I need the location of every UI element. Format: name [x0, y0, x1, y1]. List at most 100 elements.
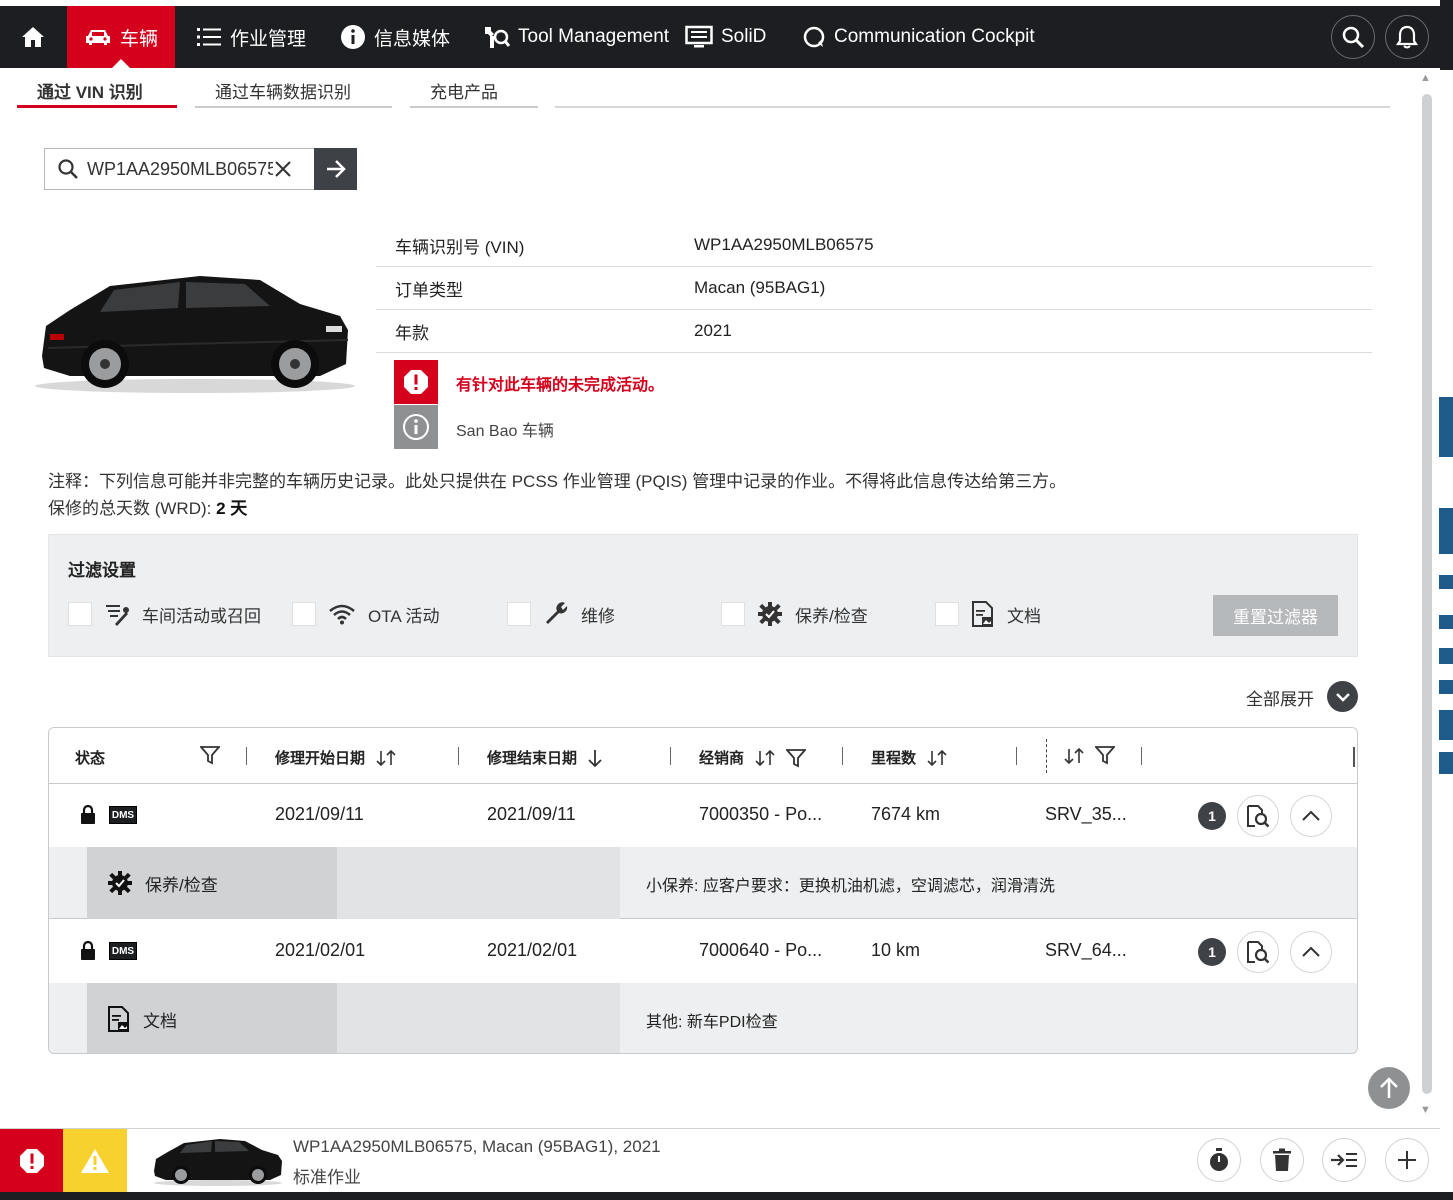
row-detail: 文档 其他: 新车PDI检查	[49, 983, 1357, 1053]
nav-tool-management[interactable]: Tool Management	[482, 6, 669, 68]
tab-charging-products[interactable]: 充电产品	[410, 78, 538, 108]
filter-option-repair[interactable]: 维修	[507, 601, 615, 627]
column-header-label: 修理结束日期	[487, 750, 578, 767]
clear-icon[interactable]	[273, 159, 293, 179]
filter-checkbox[interactable]	[721, 602, 745, 626]
collapse-row-button[interactable]	[1290, 795, 1332, 837]
column-resize-handle[interactable]	[1046, 739, 1047, 773]
scroll-down-arrow-icon[interactable]: ▼	[1420, 1104, 1431, 1116]
view-details-button[interactable]	[1237, 795, 1279, 837]
order-number-cell: SRV_64...	[1045, 940, 1127, 960]
collapse-row-button[interactable]	[1290, 931, 1332, 973]
detail-category: 保养/检查	[87, 847, 337, 919]
home-icon	[20, 25, 46, 49]
open-campaign-alert-icon[interactable]	[394, 360, 438, 404]
vehicle-model-year-row: 年款 2021	[376, 310, 1372, 353]
nav-work-management[interactable]: 作业管理	[196, 6, 306, 68]
column-header-start-date[interactable]: 修理开始日期	[275, 747, 397, 768]
model-year-label: 年款	[395, 323, 429, 343]
nav-tool-label: Tool Management	[518, 26, 670, 47]
filter-funnel-icon[interactable]	[1095, 745, 1115, 765]
column-header-status[interactable]: 状态	[75, 747, 105, 768]
table-row[interactable]: DMS 2021/09/11 2021/09/11 7000350 - Po..…	[49, 784, 1357, 847]
vin-label: 车辆识别号 (VIN)	[395, 237, 525, 257]
filter-funnel-icon[interactable]	[200, 745, 220, 765]
column-header-end-date[interactable]: 修理结束日期	[487, 747, 603, 768]
timer-button[interactable]	[1197, 1138, 1241, 1182]
column-header-label: 里程数	[871, 750, 917, 767]
search-submit-button[interactable]	[314, 148, 357, 190]
nav-media-label: 信息媒体	[374, 28, 451, 50]
work-history-table: 状态 修理开始日期 修理结束日期 经销商 里程数 DMS 2021/09/11 …	[48, 727, 1358, 1054]
filter-option-campaign[interactable]: 车间活动或召回	[68, 601, 261, 627]
row-detail: 保养/检查 小保养: 应客户要求：更换机油机滤，空调滤芯，润滑清洗	[49, 847, 1357, 919]
model-year-value: 2021	[694, 321, 732, 340]
window-edge	[1440, 0, 1453, 70]
nav-solid-label: SoliD	[721, 26, 767, 47]
filter-checkbox[interactable]	[935, 602, 959, 626]
error-indicator[interactable]	[0, 1129, 63, 1193]
sort-down-icon[interactable]	[587, 748, 603, 768]
dealer-cell: 7000350 - Po...	[699, 804, 823, 824]
filter-label: 维修	[581, 606, 615, 626]
sort-icon[interactable]	[1063, 746, 1085, 766]
nav-vehicle-label: 车辆	[119, 28, 158, 50]
view-details-button[interactable]	[1237, 931, 1279, 973]
window-edge-mark	[1439, 648, 1453, 664]
nav-info-media[interactable]: 信息媒体	[340, 6, 450, 68]
filter-checkbox[interactable]	[68, 602, 92, 626]
vehicle-image	[30, 268, 360, 398]
notifications-button[interactable]	[1385, 15, 1429, 59]
lock-icon	[80, 940, 96, 966]
global-search-button[interactable]	[1331, 15, 1375, 59]
filter-label: 文档	[1007, 606, 1041, 626]
column-header-mileage[interactable]: 里程数	[871, 747, 948, 768]
reset-filter-button[interactable]: 重置过滤器	[1213, 595, 1338, 636]
window-edge-mark	[1439, 397, 1453, 457]
delete-job-button[interactable]	[1260, 1138, 1304, 1182]
detail-category-label: 保养/检查	[145, 875, 218, 895]
chat-icon	[802, 25, 826, 49]
san-bao-vehicle-text: San Bao 车辆	[456, 423, 554, 440]
nav-communication-cockpit[interactable]: Communication Cockpit	[802, 6, 1035, 68]
info-circle-icon	[394, 405, 438, 449]
dealer-cell: 7000640 - Po...	[699, 940, 823, 960]
scroll-to-top-button[interactable]	[1368, 1067, 1410, 1109]
nav-vehicle[interactable]: 车辆	[67, 6, 175, 68]
tab-identify-by-vehicle-data[interactable]: 通过车辆数据识别	[195, 78, 392, 108]
transfer-job-button[interactable]	[1322, 1138, 1366, 1182]
detail-category-label: 文档	[143, 1011, 177, 1031]
page-scrollbar[interactable]: ▲ ▼	[1420, 72, 1434, 1127]
nav-solid[interactable]: SoliD	[685, 6, 766, 68]
expand-all-label[interactable]: 全部展开	[1246, 685, 1314, 710]
filter-option-documents[interactable]: 文档	[935, 601, 1041, 627]
column-header-dealer[interactable]: 经销商	[699, 747, 807, 768]
wrench-icon	[543, 601, 569, 627]
document-icon	[107, 1006, 131, 1032]
vin-value: WP1AA2950MLB06575	[694, 235, 874, 254]
filter-title: 过滤设置	[68, 561, 136, 580]
scrollbar-thumb[interactable]	[1422, 94, 1432, 1094]
gear-icon	[107, 870, 133, 896]
detail-category: 文档	[87, 983, 337, 1053]
nav-home[interactable]	[0, 6, 66, 68]
warning-indicator[interactable]	[63, 1129, 127, 1193]
filter-checkbox[interactable]	[292, 602, 316, 626]
filter-option-ota[interactable]: OTA 活动	[292, 601, 439, 627]
table-row[interactable]: DMS 2021/02/01 2021/02/01 7000640 - Po..…	[49, 920, 1357, 983]
expand-all-button[interactable]	[1327, 681, 1358, 712]
sort-icon[interactable]	[754, 748, 776, 768]
add-button[interactable]	[1385, 1138, 1429, 1182]
sort-icon[interactable]	[926, 748, 948, 768]
scroll-up-arrow-icon[interactable]: ▲	[1420, 72, 1431, 84]
filter-option-maintenance[interactable]: 保养/检查	[721, 601, 868, 627]
filter-checkbox[interactable]	[507, 602, 531, 626]
dms-badge: DMS	[109, 806, 137, 824]
vin-search-input[interactable]	[87, 158, 273, 180]
tab-identify-by-vin[interactable]: 通过 VIN 识别	[17, 78, 177, 108]
column-separator	[842, 747, 843, 765]
document-icon	[971, 601, 995, 627]
sort-icon[interactable]	[375, 748, 397, 768]
column-separator	[670, 747, 671, 765]
filter-funnel-icon[interactable]	[786, 748, 807, 768]
